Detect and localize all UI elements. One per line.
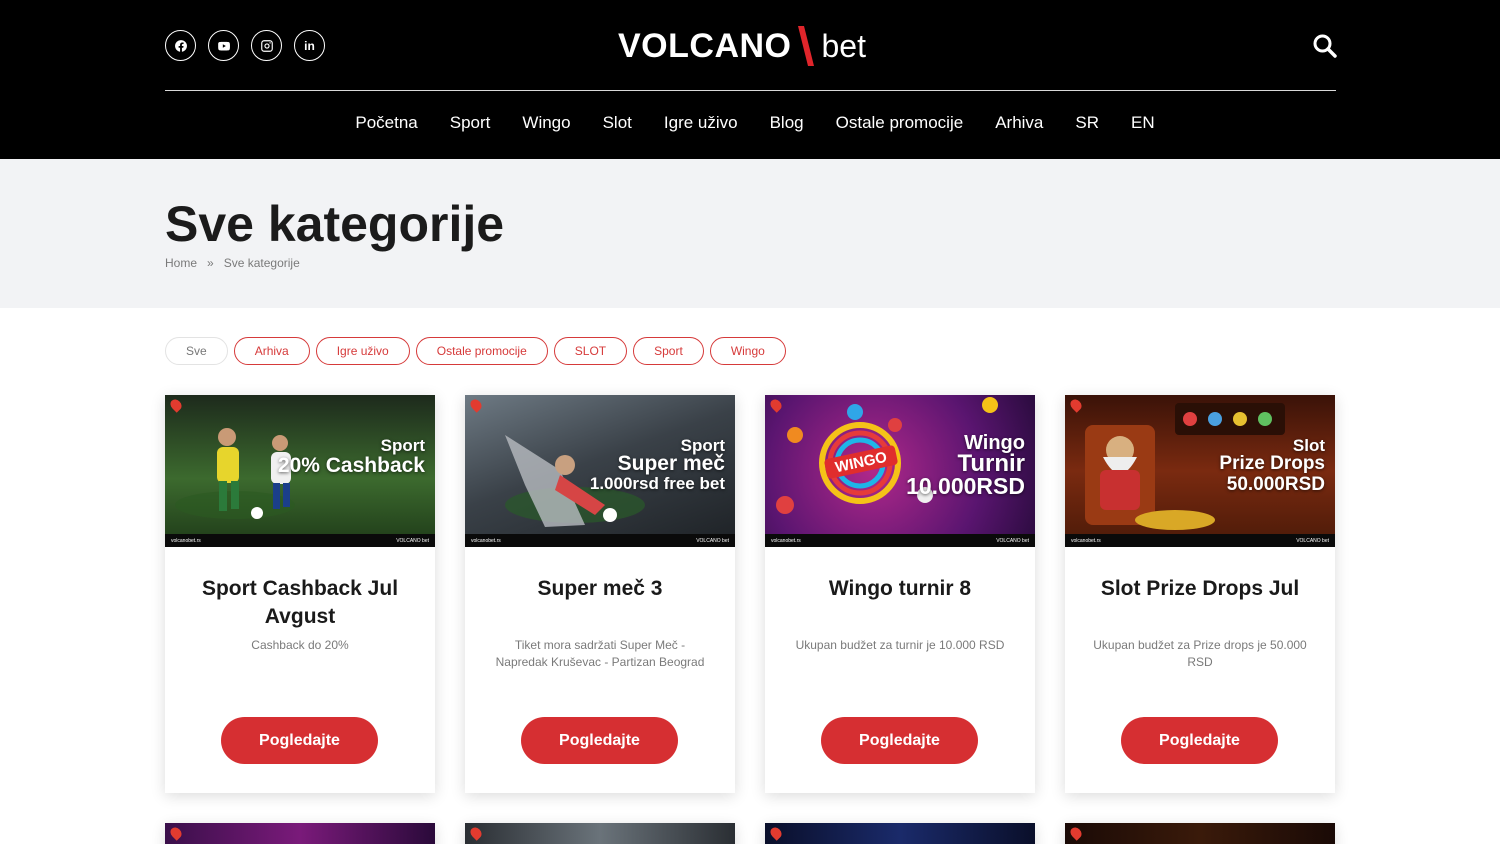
banner-site: volcanobet.rs — [471, 537, 501, 544]
promo-card-partial — [765, 823, 1035, 844]
promo-banner[interactable]: Slot Prize Drops 50.000RSD volcanobet.rs… — [1065, 395, 1335, 547]
breadcrumb: Home » Sve kategorije — [165, 256, 300, 270]
breadcrumb-home[interactable]: Home — [165, 256, 197, 270]
nav-item-sr[interactable]: SR — [1075, 113, 1099, 133]
nav-item-pocetna[interactable]: Početna — [355, 113, 417, 133]
linkedin-label: in — [304, 38, 315, 53]
logo-sub: bet — [821, 27, 866, 64]
youtube-icon[interactable] — [208, 30, 239, 61]
nav-item-slot[interactable]: Slot — [603, 113, 632, 133]
linkedin-icon[interactable]: in — [294, 30, 325, 61]
banner-line2: Super meč — [617, 452, 725, 475]
banner-brand: VOLCANO bet — [1296, 537, 1329, 544]
card-description: Ukupan budžet za Prize drops je 50.000 R… — [1093, 638, 1307, 669]
nav-item-en[interactable]: EN — [1131, 113, 1155, 133]
view-button[interactable]: Pogledajte — [221, 717, 378, 764]
promo-banner[interactable] — [1065, 823, 1335, 844]
banner-site: volcanobet.rs — [771, 537, 801, 544]
banner-footer: volcanobet.rs VOLCANO bet — [765, 534, 1035, 547]
promo-banner[interactable]: WINGO Wingo Turnir 10.000RSD volcanobet.… — [765, 395, 1035, 547]
social-links: in — [165, 30, 325, 61]
banner-line1: Sport — [380, 436, 425, 455]
nav-item-blog[interactable]: Blog — [770, 113, 804, 133]
promo-card: Sport Super meč 1.000rsd free bet volcan… — [465, 395, 735, 793]
promo-banner[interactable]: Sport 20% Cashback volcanobet.rs VOLCANO… — [165, 395, 435, 547]
card-description: Cashback do 20% — [251, 638, 349, 652]
location-pin-icon — [768, 825, 784, 841]
banner-site: volcanobet.rs — [171, 537, 201, 544]
logo-main: VOLCANO — [618, 26, 792, 65]
promo-banner[interactable] — [465, 823, 735, 844]
nav-item-ostale-promocije[interactable]: Ostale promocije — [836, 113, 964, 133]
filter-sport[interactable]: Sport — [633, 337, 704, 365]
promo-card: Sport 20% Cashback volcanobet.rs VOLCANO… — [165, 395, 435, 793]
card-title: Wingo turnir 8 — [828, 577, 972, 600]
banner-brand: VOLCANO bet — [696, 537, 729, 544]
filter-sve[interactable]: Sve — [165, 337, 228, 365]
page-title: Sve kategorije — [165, 196, 505, 252]
banner-line3: 50.000RSD — [1226, 474, 1325, 495]
nav-item-igre-uzivo[interactable]: Igre uživo — [664, 113, 738, 133]
promo-card-partial — [1065, 823, 1335, 844]
filter-igre-uzivo[interactable]: Igre uživo — [315, 337, 410, 365]
promo-banner[interactable]: Sport Super meč 1.000rsd free bet volcan… — [465, 395, 735, 547]
promo-banner[interactable] — [165, 823, 435, 844]
nav-item-sport[interactable]: Sport — [450, 113, 491, 133]
site-logo[interactable]: VOLCANO bet — [618, 24, 882, 68]
promo-card-partial — [465, 823, 735, 844]
view-button[interactable]: Pogledajte — [821, 717, 978, 764]
facebook-icon[interactable] — [165, 30, 196, 61]
filter-wingo[interactable]: Wingo — [709, 337, 786, 365]
location-pin-icon — [168, 825, 184, 841]
banner-footer: volcanobet.rs VOLCANO bet — [1065, 534, 1335, 547]
header-divider — [165, 90, 1336, 91]
banner-footer: volcanobet.rs VOLCANO bet — [465, 534, 735, 547]
breadcrumb-separator: » — [207, 256, 214, 270]
promo-card: WINGO Wingo Turnir 10.000RSD volcanobet.… — [765, 395, 1035, 793]
view-button[interactable]: Pogledajte — [1121, 717, 1278, 764]
filter-ostale-promocije[interactable]: Ostale promocije — [415, 337, 548, 365]
view-button[interactable]: Pogledajte — [521, 717, 678, 764]
location-pin-icon — [468, 825, 484, 841]
card-title: Super meč 3 — [537, 577, 663, 600]
main-nav: Početna Sport Wingo Slot Igre uživo Blog… — [0, 113, 1500, 133]
banner-line2: Prize Drops — [1219, 453, 1325, 474]
banner-site: volcanobet.rs — [1071, 537, 1101, 544]
promo-card-partial — [165, 823, 435, 844]
banner-line3: 10.000RSD — [906, 473, 1025, 499]
banner-brand: VOLCANO bet — [396, 537, 429, 544]
card-description: Ukupan budžet za turnir je 10.000 RSD — [795, 638, 1005, 652]
instagram-icon[interactable] — [251, 30, 282, 61]
nav-item-arhiva[interactable]: Arhiva — [995, 113, 1043, 133]
location-pin-icon — [1068, 825, 1084, 841]
card-description: Tiket mora sadržati Super Meč - Napredak… — [495, 638, 705, 669]
banner-line3: 1.000rsd free bet — [589, 474, 725, 493]
category-filters: Sve Arhiva Igre uživo Ostale promocije S… — [165, 337, 786, 365]
logo-slash-icon — [797, 26, 814, 66]
card-title: Slot Prize Drops Jul — [1100, 577, 1300, 600]
banner-line1: Slot — [1292, 436, 1325, 455]
banner-line2: 20% Cashback — [277, 454, 425, 477]
breadcrumb-current: Sve kategorije — [223, 256, 300, 270]
promo-card: Slot Prize Drops 50.000RSD volcanobet.rs… — [1065, 395, 1335, 793]
banner-footer: volcanobet.rs VOLCANO bet — [165, 534, 435, 547]
card-title: Sport Cashback Jul Avgust — [201, 577, 399, 628]
filter-slot[interactable]: SLOT — [553, 337, 628, 365]
banner-brand: VOLCANO bet — [996, 537, 1029, 544]
nav-item-wingo[interactable]: Wingo — [522, 113, 570, 133]
site-header: in VOLCANO bet Početna Sport Wingo Slot … — [0, 0, 1500, 159]
promo-banner[interactable] — [765, 823, 1035, 844]
filter-arhiva[interactable]: Arhiva — [233, 337, 310, 365]
search-icon[interactable] — [1312, 33, 1338, 59]
